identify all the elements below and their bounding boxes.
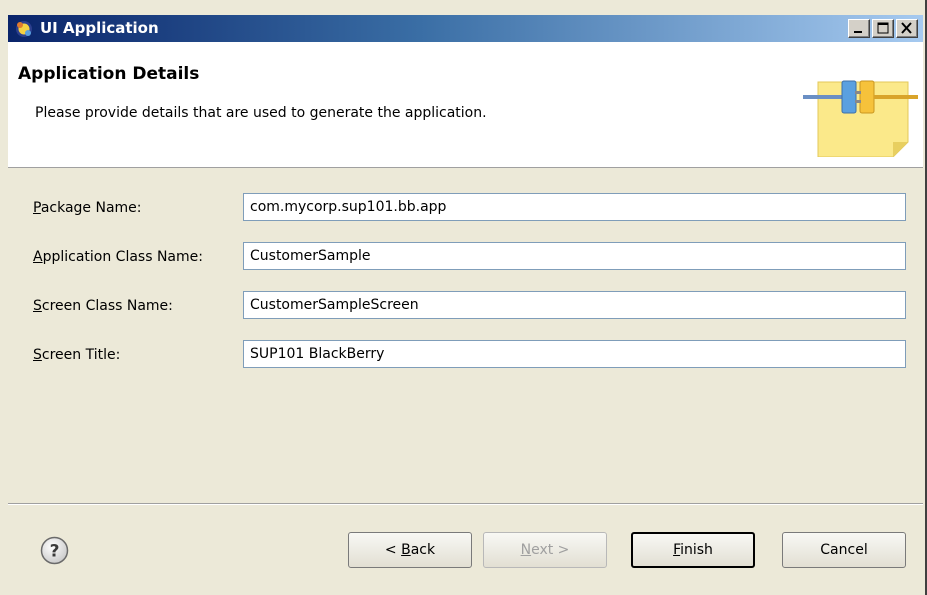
page-title: Application Details — [18, 64, 200, 84]
label-text: creen Class Name: — [41, 298, 173, 314]
label-text: ackage Name: — [40, 200, 142, 216]
label-mnemonic: S — [33, 347, 42, 363]
close-button[interactable] — [896, 19, 918, 38]
application-class-name-input[interactable] — [243, 242, 906, 270]
header-banner: Application Details Please provide detai… — [8, 42, 923, 168]
label-text: creen Title: — [41, 347, 121, 363]
maximize-icon — [877, 22, 889, 34]
next-button[interactable]: Next > — [483, 532, 607, 568]
title-bar[interactable]: UI Application — [8, 15, 923, 42]
back-button[interactable]: < Back — [348, 532, 472, 568]
close-icon — [901, 22, 912, 34]
button-label: Cancel — [820, 542, 868, 558]
package-name-label: Package Name: — [33, 200, 142, 216]
finish-button[interactable]: Finish — [631, 532, 755, 568]
screen-title-input[interactable] — [243, 340, 906, 368]
button-mnemonic: N — [520, 542, 532, 558]
label-mnemonic: A — [33, 249, 43, 265]
help-button[interactable]: ? — [40, 536, 69, 565]
cancel-button[interactable]: Cancel — [782, 532, 906, 568]
plug-connector-icon — [798, 47, 923, 158]
label-mnemonic: S — [33, 298, 42, 314]
window-title: UI Application — [40, 19, 159, 37]
svg-text:?: ? — [50, 542, 60, 562]
minimize-icon — [854, 31, 862, 33]
button-label: ext > — [531, 542, 570, 558]
label-text: pplication Class Name: — [42, 249, 203, 265]
help-icon: ? — [40, 536, 69, 565]
package-name-input[interactable] — [243, 193, 906, 221]
label-mnemonic: P — [33, 200, 41, 216]
button-label: ack — [410, 542, 436, 558]
maximize-button[interactable] — [872, 19, 894, 38]
minimize-button[interactable] — [848, 19, 870, 38]
screen-title-label: Screen Title: — [33, 347, 120, 363]
dialog-window: UI Application Application Details Pleas… — [0, 0, 927, 595]
application-class-name-label: Application Class Name: — [33, 249, 203, 265]
button-mnemonic: B — [401, 542, 411, 558]
page-description: Please provide details that are used to … — [35, 105, 487, 121]
screen-class-name-label: Screen Class Name: — [33, 298, 173, 314]
screen-class-name-input[interactable] — [243, 291, 906, 319]
button-prefix: < — [384, 542, 402, 558]
button-bar-separator — [8, 503, 923, 505]
eclipse-app-icon — [14, 19, 34, 39]
button-label: inish — [680, 542, 713, 558]
